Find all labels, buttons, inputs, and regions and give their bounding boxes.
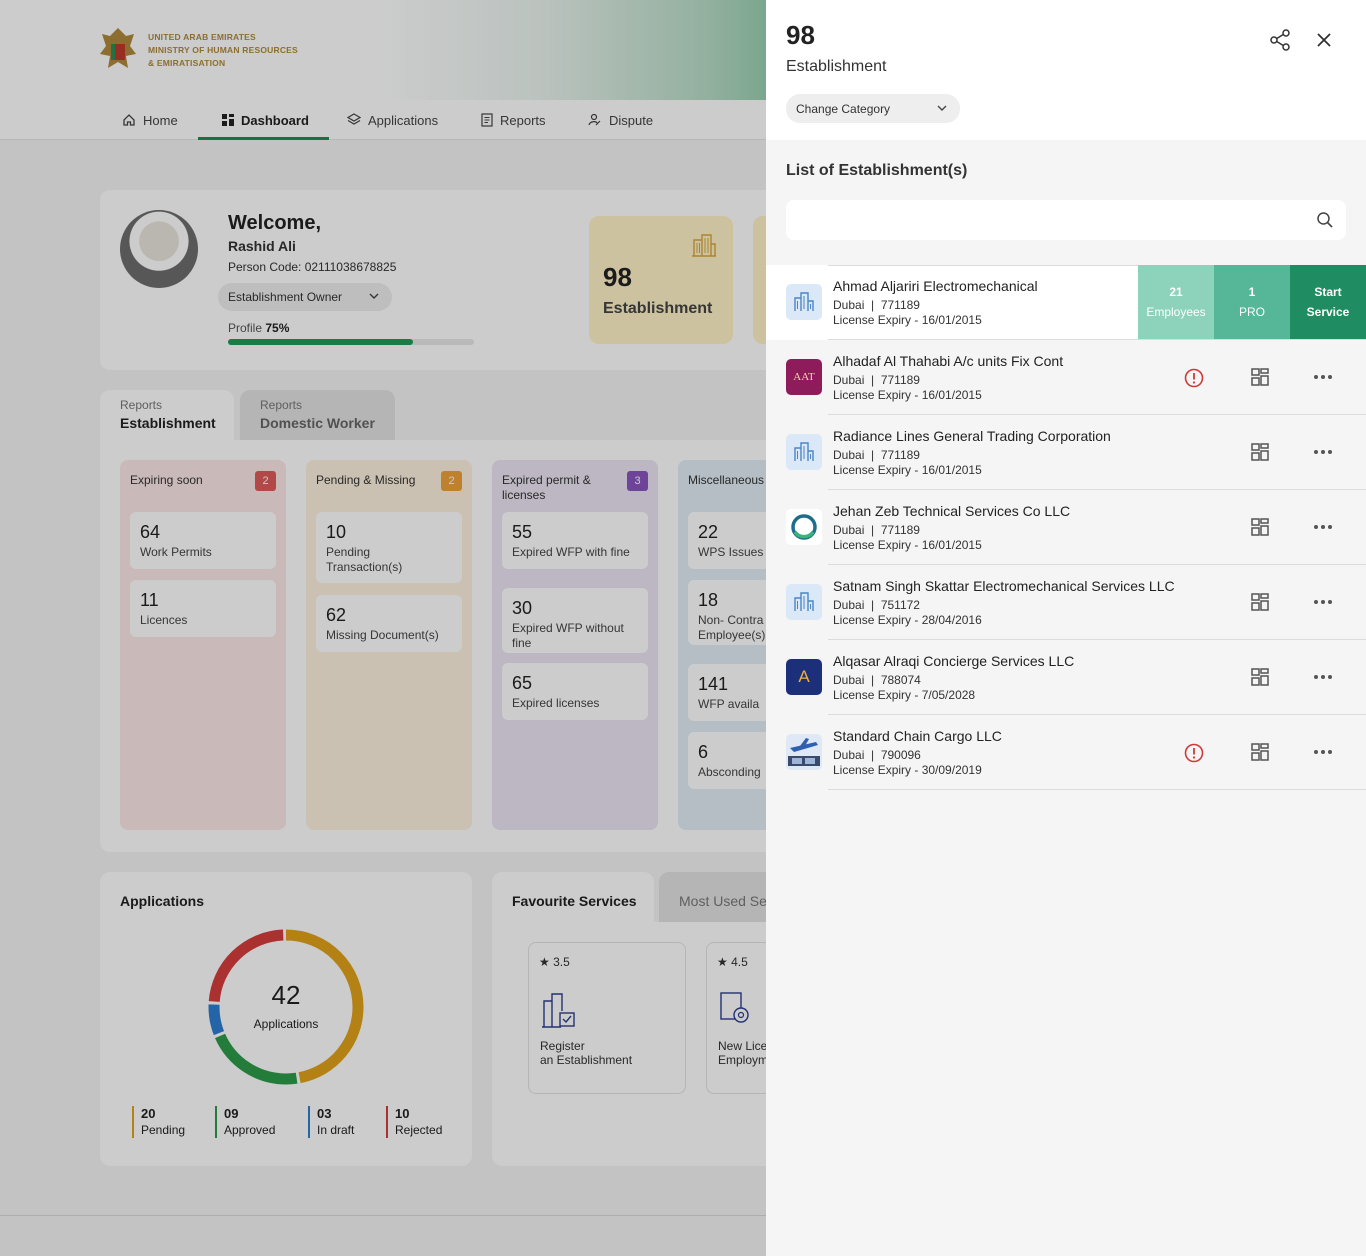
establishment-code: 771189 <box>880 373 920 387</box>
establishment-location: Dubai | 788074 <box>833 673 921 687</box>
more-options-icon[interactable] <box>1313 749 1333 755</box>
establishment-name: Satnam Singh Skattar Electromechanical S… <box>833 578 1175 594</box>
start-service-line-2: Service <box>1306 305 1350 319</box>
list-item-establishment[interactable]: Ahmad Aljariri Electromechanical Dubai |… <box>766 265 1366 340</box>
more-options-icon[interactable] <box>1313 524 1333 530</box>
establishment-city: Dubai <box>833 298 865 312</box>
building-icon <box>786 434 822 470</box>
establishment-name: Alqasar Alraqi Concierge Services LLC <box>833 653 1075 669</box>
list-title: List of Establishment(s) <box>786 162 968 179</box>
start-service-line-1: Start <box>1314 285 1342 299</box>
establishment-name: Radiance Lines General Trading Corporati… <box>833 428 1111 444</box>
establishment-name: Standard Chain Cargo LLC <box>833 728 1002 744</box>
establishment-side-panel: 98 Establishment Change Category List of… <box>766 0 1366 1256</box>
modal-overlay[interactable] <box>0 0 766 1256</box>
license-expiry: License Expiry - 30/09/2019 <box>833 763 982 777</box>
logo-text: A <box>798 667 810 686</box>
establishment-code: 790096 <box>880 748 921 762</box>
establishment-location: Dubai | 771189 <box>833 523 920 537</box>
establishment-code: 771189 <box>880 298 920 312</box>
establishment-location: Dubai | 771189 <box>833 373 920 387</box>
search-icon[interactable] <box>1316 211 1334 229</box>
establishment-city: Dubai <box>833 373 865 387</box>
license-expiry: License Expiry - 16/01/2015 <box>833 538 982 552</box>
license-expiry: License Expiry - 16/01/2015 <box>833 313 982 327</box>
establishment-name: Ahmad Aljariri Electromechanical <box>833 278 1038 294</box>
more-options-icon[interactable] <box>1313 674 1333 680</box>
establishment-city: Dubai <box>833 598 865 612</box>
panel-header: 98 Establishment Change Category <box>766 0 1366 140</box>
grid-icon[interactable] <box>1251 593 1269 611</box>
list-item-establishment[interactable]: Satnam Singh Skattar Electromechanical S… <box>766 565 1366 640</box>
establishment-code: 751172 <box>880 598 920 612</box>
close-icon[interactable] <box>1312 28 1336 52</box>
establishment-city: Dubai <box>833 448 865 462</box>
start-service-button[interactable]: Start Service <box>1290 265 1366 339</box>
list-item-establishment[interactable]: Radiance Lines General Trading Corporati… <box>766 415 1366 490</box>
grid-icon[interactable] <box>1251 443 1269 461</box>
employees-button[interactable]: 21 Employees <box>1138 265 1214 339</box>
establishment-name: Alhadaf Al Thahabi A/c units Fix Cont <box>833 353 1064 369</box>
change-category-dropdown[interactable]: Change Category <box>786 94 960 123</box>
establishment-code: 771189 <box>880 523 920 537</box>
a-logo: A <box>786 659 822 695</box>
establishment-city: Dubai <box>833 673 865 687</box>
building-icon <box>786 284 822 320</box>
list-item-establishment[interactable]: A Alqasar Alraqi Concierge Services LLC … <box>766 640 1366 715</box>
pro-button[interactable]: 1 PRO <box>1214 265 1290 339</box>
chevron-down-icon <box>937 105 947 111</box>
panel-count: 98 <box>786 20 815 50</box>
establishment-code: 788074 <box>880 673 921 687</box>
establishment-code: 771189 <box>880 448 920 462</box>
ring-logo <box>786 509 822 545</box>
license-expiry: License Expiry - 28/04/2016 <box>833 613 982 627</box>
license-expiry: License Expiry - 7/05/2028 <box>833 688 976 702</box>
establishment-location: Dubai | 790096 <box>833 748 921 762</box>
grid-icon[interactable] <box>1251 368 1269 386</box>
license-expiry: License Expiry - 16/01/2015 <box>833 388 982 402</box>
warning-icon[interactable] <box>1184 368 1204 388</box>
panel-label: Establishment <box>786 58 887 75</box>
establishment-city: Dubai <box>833 523 865 537</box>
establishment-location: Dubai | 771189 <box>833 298 920 312</box>
establishment-city: Dubai <box>833 748 865 762</box>
cargo-logo <box>786 734 822 770</box>
search-input[interactable] <box>786 200 1346 240</box>
grid-icon[interactable] <box>1251 518 1269 536</box>
pro-count: 1 <box>1248 285 1256 299</box>
employees-label: Employees <box>1146 305 1206 319</box>
establishment-location: Dubai | 771189 <box>833 448 920 462</box>
list-item-establishment[interactable]: Standard Chain Cargo LLC Dubai | 790096 … <box>766 715 1366 790</box>
more-options-icon[interactable] <box>1313 599 1333 605</box>
warning-icon[interactable] <box>1184 743 1204 763</box>
list-item-establishment[interactable]: Jehan Zeb Technical Services Co LLC Duba… <box>766 490 1366 565</box>
employees-count: 21 <box>1169 285 1183 299</box>
more-options-icon[interactable] <box>1313 449 1333 455</box>
change-category-label: Change Category <box>796 102 891 116</box>
logo-text: AAT <box>793 371 815 383</box>
grid-icon[interactable] <box>1251 668 1269 686</box>
building-icon <box>786 584 822 620</box>
row-divider <box>828 789 1366 790</box>
pro-label: PRO <box>1238 305 1265 319</box>
aat-logo: AAT <box>786 359 822 395</box>
more-options-icon[interactable] <box>1313 374 1333 380</box>
establishment-name: Jehan Zeb Technical Services Co LLC <box>833 503 1071 519</box>
share-icon[interactable] <box>1268 28 1292 52</box>
establishment-location: Dubai | 751172 <box>833 598 920 612</box>
license-expiry: License Expiry - 16/01/2015 <box>833 463 982 477</box>
list-item-establishment[interactable]: AAT Alhadaf Al Thahabi A/c units Fix Con… <box>766 340 1366 415</box>
grid-icon[interactable] <box>1251 743 1269 761</box>
